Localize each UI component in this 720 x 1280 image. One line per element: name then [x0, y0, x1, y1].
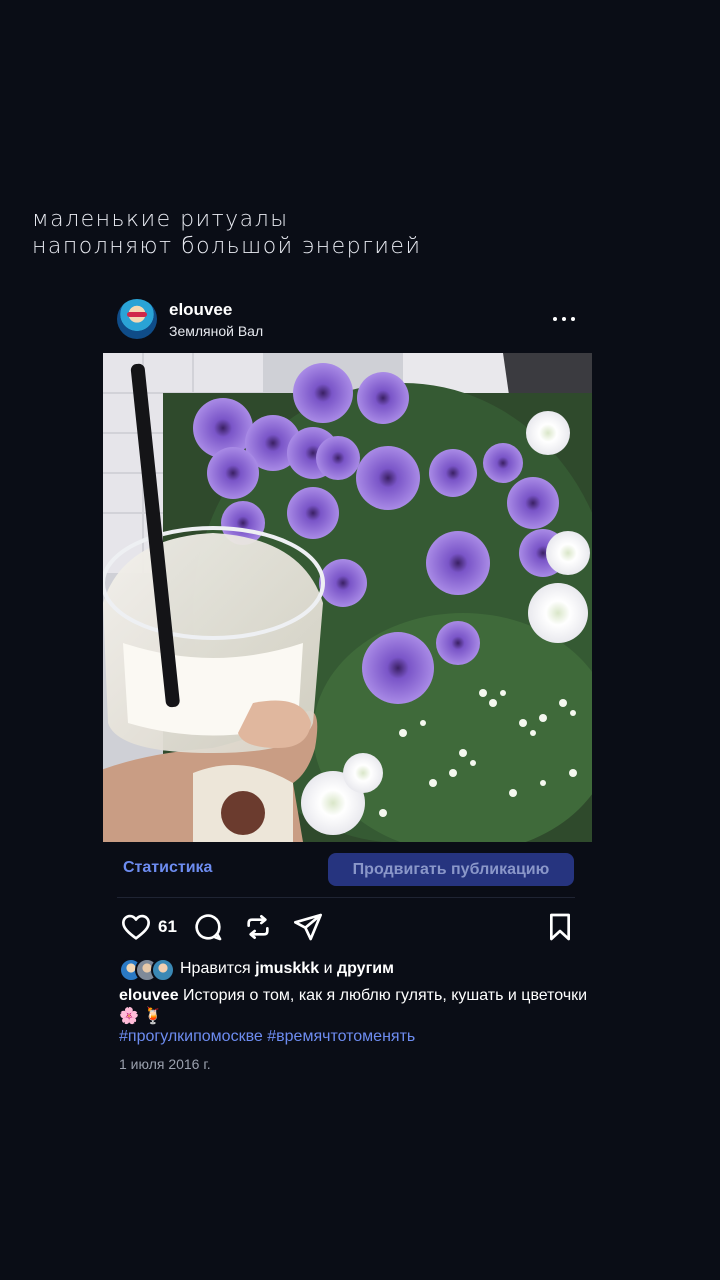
post-date: 1 июля 2016 г. [119, 1056, 211, 1072]
liked-by-row[interactable]: Нравится jmuskkk и другим [119, 957, 579, 982]
quote-line-2: наполняют большой энергией [32, 234, 422, 259]
quote-text: маленькие ритуалы наполняют большой энер… [32, 206, 421, 260]
bookmark-icon[interactable] [544, 911, 576, 943]
liked-and: и [323, 960, 333, 977]
liker-avatar-3 [151, 958, 175, 982]
liked-others[interactable]: другим [337, 960, 394, 977]
post-hashtags[interactable]: #прогулкипомоскве #времячтотоменять [119, 1028, 415, 1046]
photo-image [103, 353, 592, 842]
avatar[interactable] [117, 299, 157, 339]
more-icon[interactable] [553, 312, 577, 326]
post-caption: elouvee История о том, как я люблю гулят… [119, 985, 589, 1027]
post-username[interactable]: elouvee [169, 300, 232, 320]
heart-icon[interactable] [120, 911, 152, 943]
post-location[interactable]: Земляной Вал [169, 323, 263, 339]
comment-icon[interactable] [192, 911, 224, 943]
repost-icon[interactable] [242, 911, 274, 943]
likes-count[interactable]: 61 [158, 917, 177, 937]
post-photo[interactable] [103, 353, 592, 842]
divider [117, 897, 575, 898]
liked-prefix: Нравится [180, 960, 251, 977]
post-header: elouvee Земляной Вал [117, 298, 579, 342]
stats-link[interactable]: Статистика [123, 859, 212, 877]
story-page: маленькие ритуалы наполняют большой энер… [0, 0, 720, 1280]
caption-username[interactable]: elouvee [119, 987, 179, 1004]
promote-post-button[interactable]: Продвигать публикацию [328, 853, 574, 886]
liked-user[interactable]: jmuskkk [255, 960, 319, 977]
caption-text: История о том, как я люблю гулять, кушат… [119, 987, 588, 1025]
liked-by-text[interactable]: Нравится jmuskkk и другим [180, 960, 394, 978]
share-icon[interactable] [292, 911, 324, 943]
quote-line-1: маленькие ритуалы [32, 207, 289, 232]
